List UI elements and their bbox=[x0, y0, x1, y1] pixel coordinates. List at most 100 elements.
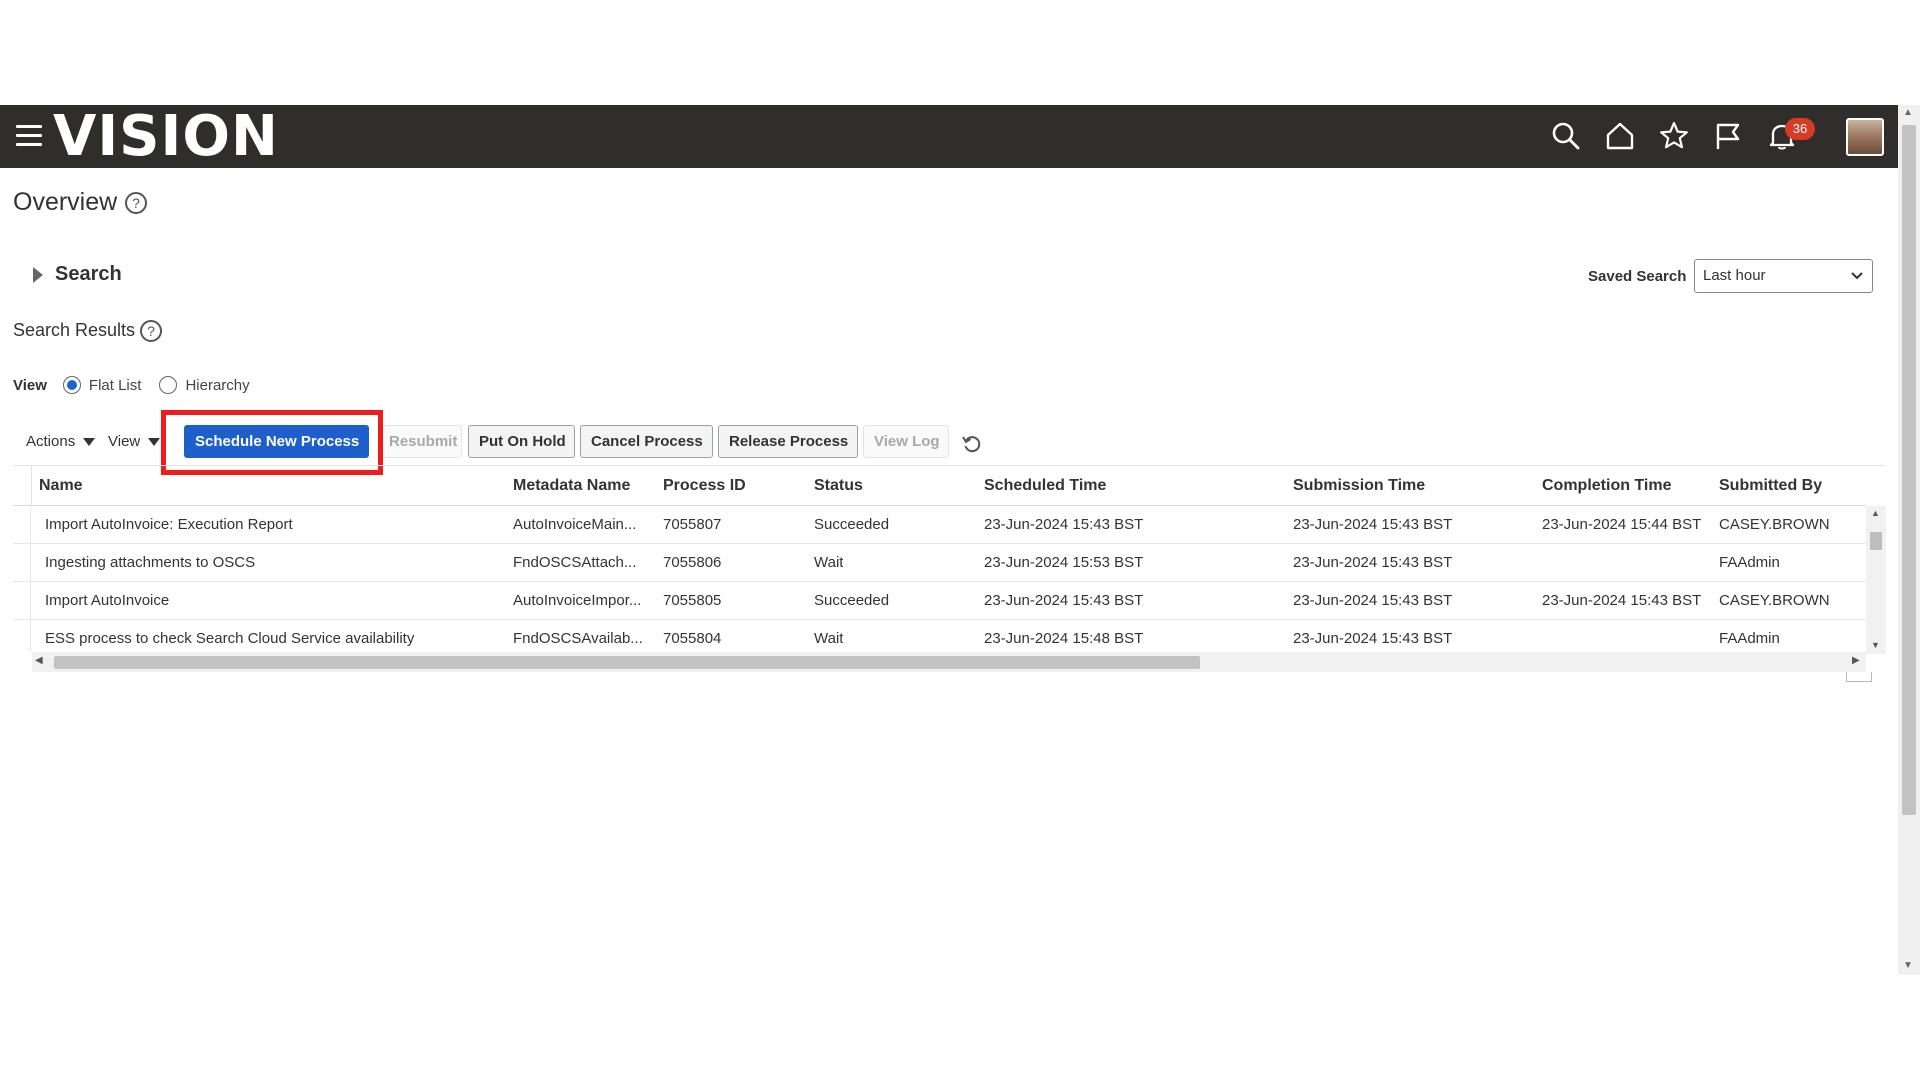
view-option-hierarchy[interactable]: Hierarchy bbox=[159, 376, 250, 394]
expand-triangle-icon bbox=[33, 266, 43, 283]
row-gutter bbox=[13, 620, 31, 652]
page-scroll-thumb[interactable] bbox=[1902, 125, 1916, 815]
cell-process-id: 7055805 bbox=[663, 592, 722, 609]
cell-name: Ingesting attachments to OSCS bbox=[45, 554, 256, 571]
table-scroll-left-icon[interactable]: ◀ bbox=[35, 655, 43, 666]
results-table: Name Metadata Name Process ID Status Sch… bbox=[13, 465, 1886, 682]
view-dropdown-icon bbox=[148, 437, 161, 446]
view-label: View bbox=[13, 376, 47, 394]
col-header-status[interactable]: Status bbox=[814, 477, 863, 495]
notifications-badge: 36 bbox=[1785, 118, 1815, 140]
cell-submitted-by: FAAdmin bbox=[1719, 554, 1780, 571]
cell-status: Succeeded bbox=[814, 592, 890, 609]
table-row[interactable]: ESS process to check Search Cloud Servic… bbox=[13, 620, 1866, 652]
cell-metadata-name: AutoInvoiceMain... bbox=[513, 516, 637, 533]
table-scroll-up-icon[interactable]: ▲ bbox=[1871, 508, 1880, 518]
col-header-metadata-name[interactable]: Metadata Name bbox=[513, 477, 630, 495]
cell-metadata-name: FndOSCSAvailab... bbox=[513, 630, 643, 647]
row-gutter bbox=[13, 506, 31, 543]
table-hscroll-thumb[interactable] bbox=[54, 656, 1200, 669]
cell-completion-time: 23-Jun-2024 15:44 BST bbox=[1542, 516, 1702, 533]
search-icon[interactable] bbox=[1549, 119, 1583, 153]
scroll-up-arrow-icon[interactable]: ▲ bbox=[1903, 107, 1913, 118]
cell-scheduled-time: 23-Jun-2024 15:48 BST bbox=[984, 630, 1144, 647]
table-row[interactable]: Import AutoInvoice: Execution Report Aut… bbox=[13, 506, 1866, 544]
cell-name: ESS process to check Search Cloud Servic… bbox=[45, 630, 415, 647]
cell-submission-time: 23-Jun-2024 15:43 BST bbox=[1293, 630, 1453, 647]
row-gutter bbox=[13, 544, 31, 581]
home-icon[interactable] bbox=[1603, 119, 1637, 153]
cell-process-id: 7055806 bbox=[663, 554, 722, 571]
cell-scheduled-time: 23-Jun-2024 15:43 BST bbox=[984, 516, 1144, 533]
favorites-star-icon[interactable] bbox=[1657, 119, 1691, 153]
view-log-button: View Log bbox=[863, 425, 949, 458]
search-disclosure[interactable]: Search bbox=[33, 263, 122, 286]
cell-submission-time: 23-Jun-2024 15:43 BST bbox=[1293, 516, 1453, 533]
table-vertical-scrollbar[interactable]: ▲ ▼ bbox=[1866, 506, 1886, 654]
col-header-process-id[interactable]: Process ID bbox=[663, 477, 746, 495]
saved-search-value: Last hour bbox=[1703, 267, 1766, 284]
table-scroll-down-icon[interactable]: ▼ bbox=[1871, 640, 1880, 650]
table-row[interactable]: Ingesting attachments to OSCS FndOSCSAtt… bbox=[13, 544, 1866, 582]
table-vscroll-thumb[interactable] bbox=[1870, 532, 1882, 550]
put-on-hold-button[interactable]: Put On Hold bbox=[468, 425, 575, 458]
cell-submission-time: 23-Jun-2024 15:43 BST bbox=[1293, 592, 1453, 609]
table-row[interactable]: Import AutoInvoice AutoInvoiceImpor... 7… bbox=[13, 582, 1866, 620]
col-header-submitted-by[interactable]: Submitted By bbox=[1719, 477, 1822, 495]
view-option-flat-list[interactable]: Flat List bbox=[62, 376, 142, 394]
hierarchy-label: Hierarchy bbox=[185, 376, 250, 394]
cell-scheduled-time: 23-Jun-2024 15:53 BST bbox=[984, 554, 1144, 571]
search-results-help-icon[interactable]: ? bbox=[140, 320, 162, 342]
help-icon[interactable]: ? bbox=[125, 192, 147, 214]
flag-icon[interactable] bbox=[1711, 119, 1745, 153]
cell-submission-time: 23-Jun-2024 15:43 BST bbox=[1293, 554, 1453, 571]
page-vertical-scrollbar[interactable]: ▲ ▼ bbox=[1898, 105, 1920, 975]
hierarchy-radio[interactable] bbox=[159, 376, 178, 394]
top-blank-area bbox=[0, 0, 1920, 105]
cell-name: Import AutoInvoice: Execution Report bbox=[45, 516, 293, 533]
actions-menu[interactable]: Actions bbox=[26, 433, 96, 450]
cell-metadata-name: AutoInvoiceImpor... bbox=[513, 592, 642, 609]
cell-submitted-by: FAAdmin bbox=[1719, 630, 1780, 647]
chevron-down-icon bbox=[1851, 272, 1863, 280]
actions-dropdown-icon bbox=[83, 437, 96, 446]
table-header: Name Metadata Name Process ID Status Sch… bbox=[13, 466, 1866, 506]
cell-name: Import AutoInvoice bbox=[45, 592, 170, 609]
page-title: Overview bbox=[13, 188, 118, 216]
cell-metadata-name: FndOSCSAttach... bbox=[513, 554, 637, 571]
scroll-down-arrow-icon[interactable]: ▼ bbox=[1903, 960, 1913, 971]
header-gutter bbox=[31, 466, 32, 506]
cell-scheduled-time: 23-Jun-2024 15:43 BST bbox=[984, 592, 1144, 609]
cell-status: Wait bbox=[814, 630, 844, 647]
table-horizontal-scrollbar[interactable]: ◀ ▶ bbox=[32, 652, 1866, 672]
app-header: VISION bbox=[0, 105, 1898, 168]
view-mode-row: View Flat List Hierarchy bbox=[13, 376, 268, 394]
col-header-name[interactable]: Name bbox=[39, 477, 83, 495]
release-process-button[interactable]: Release Process bbox=[718, 425, 858, 458]
actions-menu-label: Actions bbox=[26, 433, 76, 450]
results-toolbar: Actions View Schedule New Process Resubm… bbox=[0, 419, 1000, 465]
saved-search-label: Saved Search bbox=[1588, 268, 1687, 285]
table-scroll-right-icon[interactable]: ▶ bbox=[1852, 655, 1860, 666]
flat-list-radio[interactable] bbox=[62, 376, 81, 394]
cell-completion-time: 23-Jun-2024 15:43 BST bbox=[1542, 592, 1702, 609]
cell-submitted-by: CASEY.BROWN bbox=[1719, 592, 1830, 609]
search-results-title: Search Results bbox=[13, 320, 136, 340]
row-gutter bbox=[13, 582, 31, 619]
view-menu[interactable]: View bbox=[108, 433, 161, 450]
col-header-submission-time[interactable]: Submission Time bbox=[1293, 477, 1425, 495]
cancel-process-button[interactable]: Cancel Process bbox=[580, 425, 713, 458]
col-header-completion-time[interactable]: Completion Time bbox=[1542, 477, 1672, 495]
refresh-icon[interactable] bbox=[961, 433, 983, 455]
hamburger-menu-icon[interactable] bbox=[16, 125, 42, 147]
col-header-scheduled-time[interactable]: Scheduled Time bbox=[984, 477, 1106, 495]
saved-search-select[interactable]: Last hour bbox=[1694, 259, 1873, 293]
resubmit-button: Resubmit bbox=[378, 425, 462, 458]
cell-process-id: 7055807 bbox=[663, 516, 722, 533]
table-resize-corner[interactable] bbox=[1846, 672, 1872, 682]
cell-process-id: 7055804 bbox=[663, 630, 722, 647]
user-avatar[interactable] bbox=[1846, 118, 1884, 156]
cell-submitted-by: CASEY.BROWN bbox=[1719, 516, 1830, 533]
view-menu-label: View bbox=[108, 433, 141, 450]
flat-list-label: Flat List bbox=[88, 376, 142, 394]
